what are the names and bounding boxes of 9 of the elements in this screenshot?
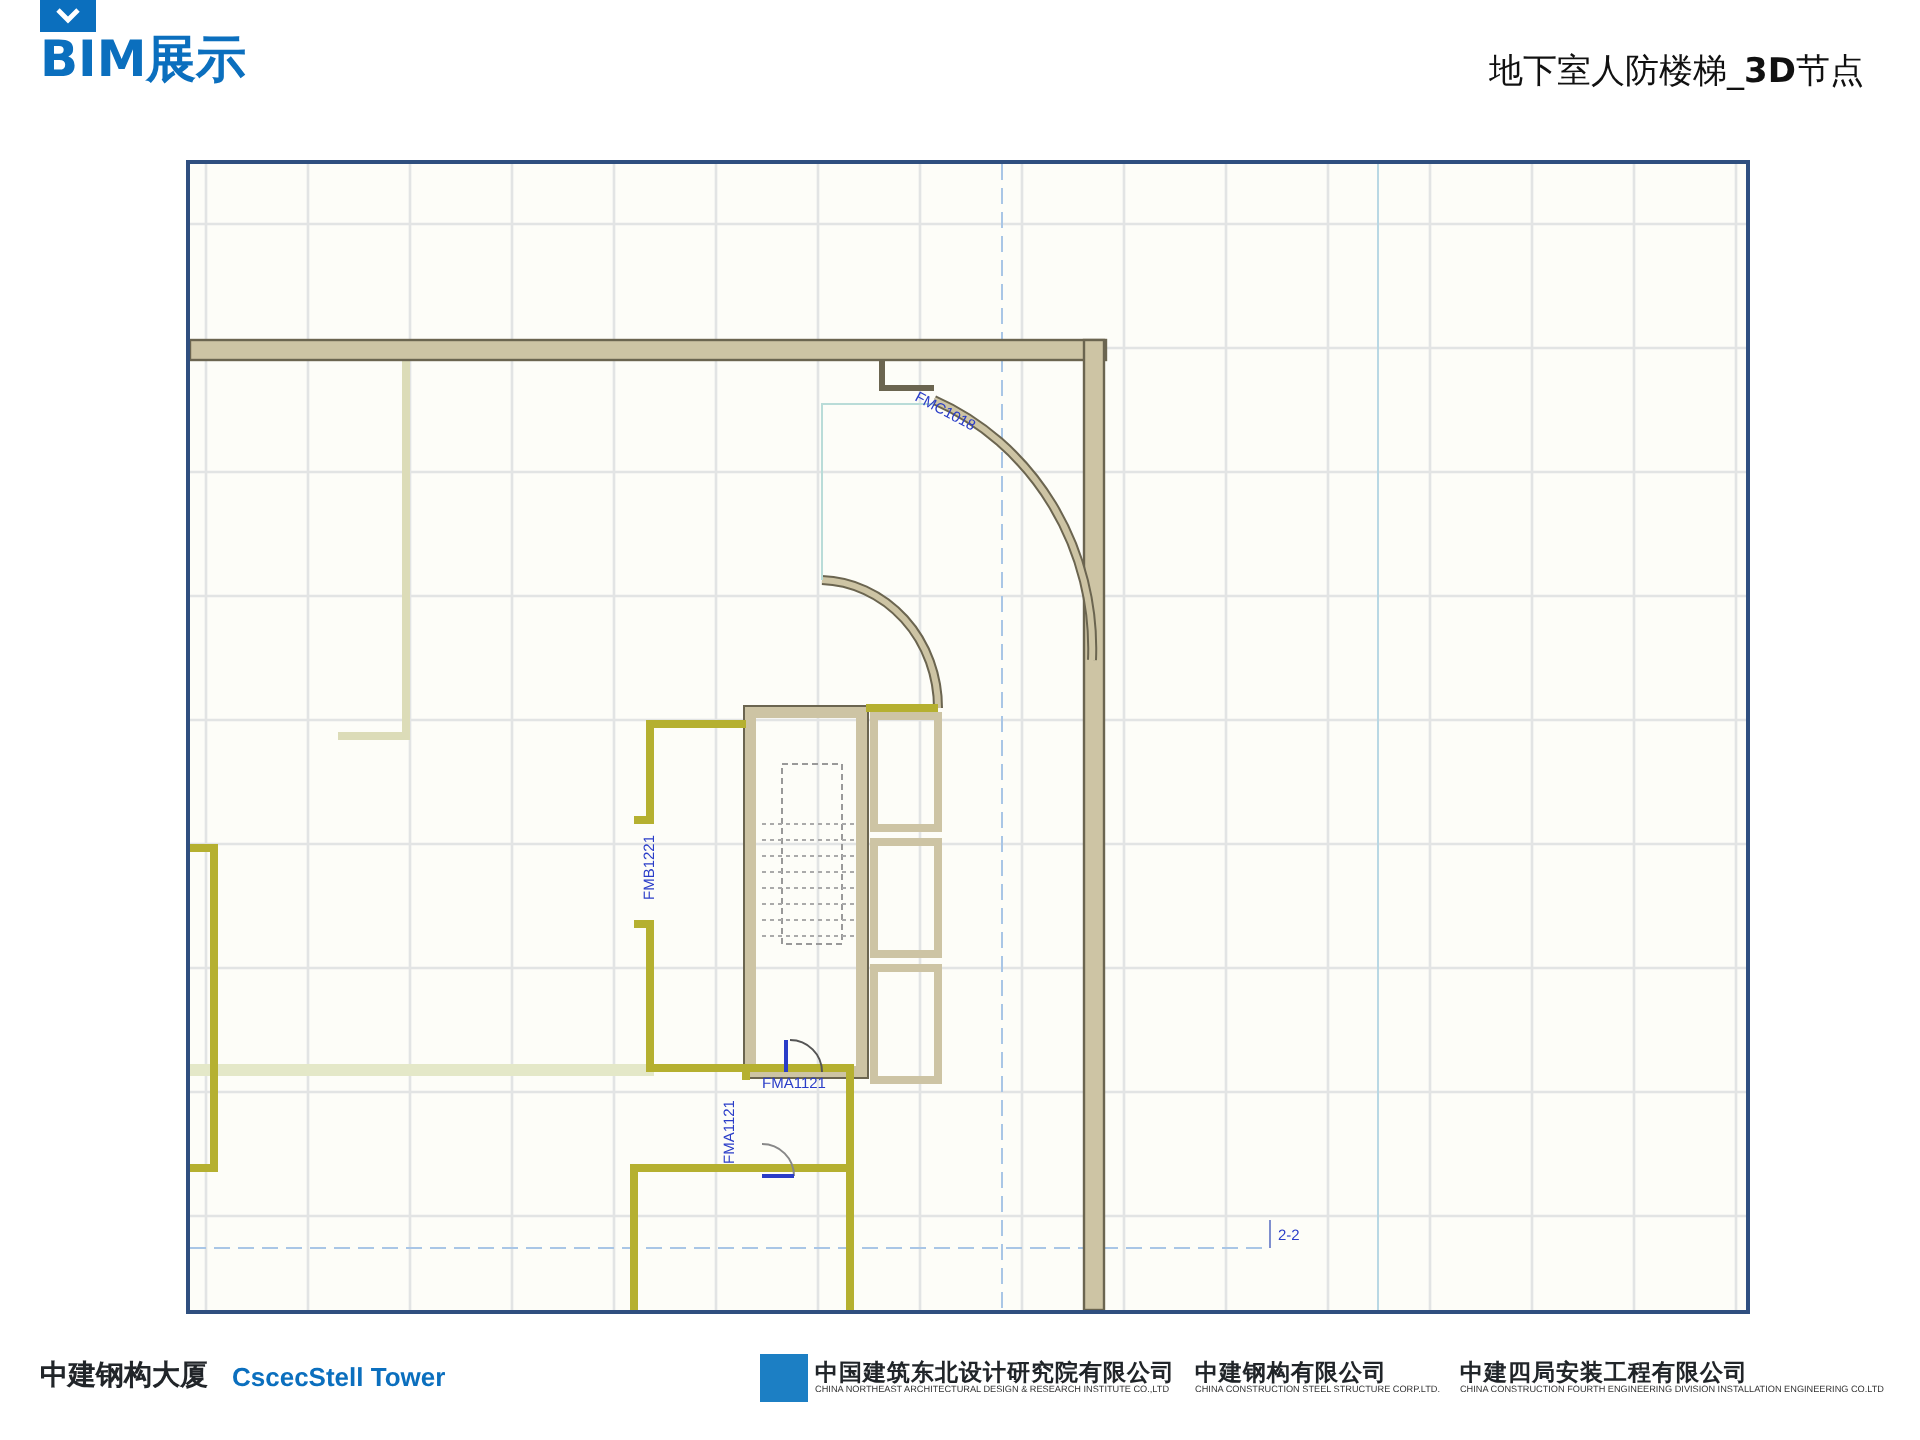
project-name: 中建钢构大厦 — [40, 1358, 208, 1396]
slide-subtitle: 地下室人防楼梯_3D节点 — [1489, 50, 1864, 96]
slide-title: BIM展示 — [40, 32, 247, 87]
company-name: 中国建筑东北设计研究院有限公司 — [815, 1359, 1176, 1386]
company-name: 中建钢构有限公司 — [1195, 1359, 1388, 1386]
company-name: 中建四局安装工程有限公司 — [1459, 1359, 1748, 1386]
company-logo — [759, 1353, 808, 1401]
chevron-icon — [56, 8, 80, 24]
project-name-english: CscecStell Tower — [232, 1359, 446, 1396]
